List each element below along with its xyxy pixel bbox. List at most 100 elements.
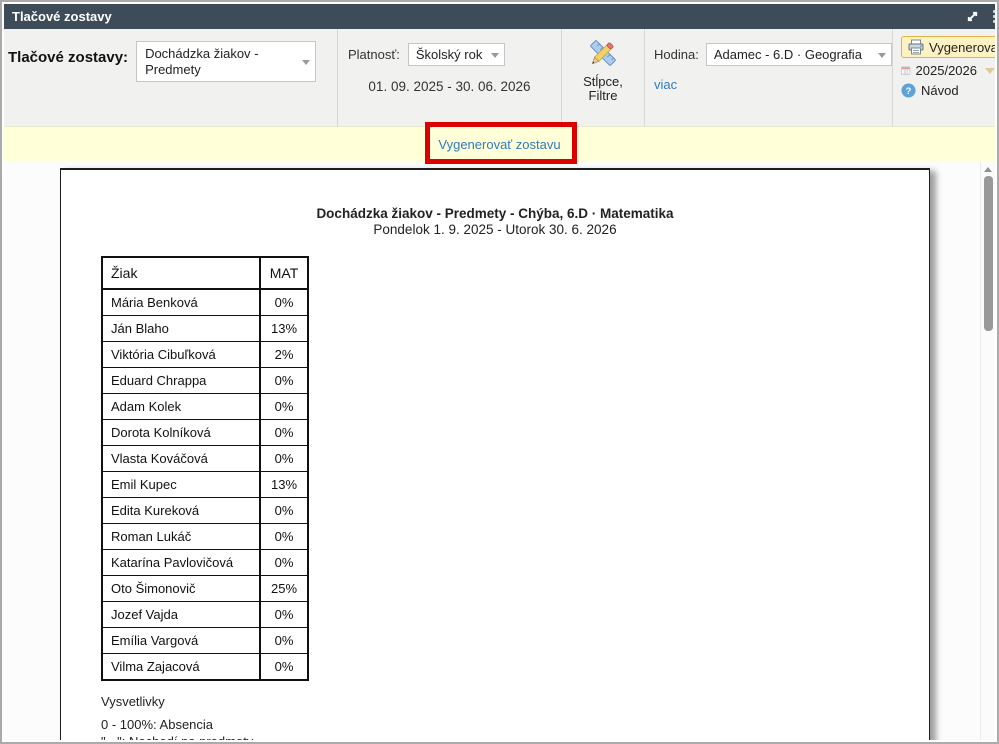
columns-filters-label-line1: Stĺpce, xyxy=(583,75,623,89)
legend-line: " - ": Nechodí na predmety xyxy=(101,733,929,740)
table-row: Vilma Zajacová 0% xyxy=(102,654,308,681)
attendance-value-cell: 25% xyxy=(260,576,308,602)
attendance-value-cell: 0% xyxy=(260,446,308,472)
legend-lines: 0 - 100%: Absencia" - ": Nechodí na pred… xyxy=(101,716,929,740)
student-name-cell: Adam Kolek xyxy=(102,394,260,420)
student-name-cell: Viktória Cibuľková xyxy=(102,342,260,368)
school-year-label: 2025/2026 xyxy=(916,63,977,78)
attendance-value-cell: 13% xyxy=(260,316,308,342)
lesson-select[interactable]: Adamec - 6.D · Geografia xyxy=(706,43,892,66)
toolbar: Tlačové zostavy: Dochádzka žiakov - Pred… xyxy=(4,29,995,126)
printer-icon xyxy=(908,39,924,55)
table-row: Adam Kolek 0% xyxy=(102,394,308,420)
attendance-value-cell: 0% xyxy=(260,420,308,446)
table-row: Ján Blaho 13% xyxy=(102,316,308,342)
table-row: Roman Lukáč 0% xyxy=(102,524,308,550)
table-row: Vlasta Kováčová 0% xyxy=(102,446,308,472)
report-subtitle: Pondelok 1. 9. 2025 - Utorok 30. 6. 2026 xyxy=(61,222,929,237)
report-type-select[interactable]: Dochádzka žiakov - Predmety xyxy=(136,41,316,82)
student-name-cell: Katarína Pavlovičová xyxy=(102,550,260,576)
attendance-value-cell: 0% xyxy=(260,602,308,628)
ruler-pencil-icon xyxy=(586,36,620,70)
columns-filters-label-line2: Filtre xyxy=(583,89,623,103)
legend-line: 0 - 100%: Absencia xyxy=(101,716,929,733)
print-reports-window: Tlačové zostavy Tlačové zostavy: Dochádz… xyxy=(0,0,999,744)
student-name-cell: Oto Šimonovič xyxy=(102,576,260,602)
generate-report-link[interactable]: Vygenerovať zostavu xyxy=(438,137,560,152)
table-row: Edita Kureková 0% xyxy=(102,498,308,524)
table-row: Viktória Cibuľková 2% xyxy=(102,342,308,368)
attendance-value-cell: 0% xyxy=(260,289,308,316)
attendance-value-cell: 0% xyxy=(260,654,308,681)
svg-text:?: ? xyxy=(906,86,912,96)
table-header-row: Žiak MAT xyxy=(102,257,308,289)
date-range-text: 01. 09. 2025 - 30. 06. 2026 xyxy=(338,79,561,94)
table-row: Jozef Vajda 0% xyxy=(102,602,308,628)
columns-filters-button[interactable]: Stĺpce, Filtre xyxy=(561,29,644,126)
chevron-down-icon xyxy=(491,53,499,58)
attendance-table-body: Mária Benková 0% Ján Blaho 13% Viktória … xyxy=(102,289,308,680)
school-year-button[interactable]: 2025/2026 xyxy=(901,63,995,78)
scrollbar-thumb[interactable] xyxy=(984,176,993,331)
expand-icon[interactable] xyxy=(966,10,979,23)
student-name-cell: Vilma Zajacová xyxy=(102,654,260,681)
help-button[interactable]: ? Návod xyxy=(901,83,995,98)
attendance-value-cell: 0% xyxy=(260,628,308,654)
validity-select[interactable]: Školský rok xyxy=(408,43,505,66)
chevron-down-icon xyxy=(878,53,886,58)
calendar-icon xyxy=(901,63,911,78)
report-type-label: Tlačové zostavy: xyxy=(8,41,128,126)
vertical-scrollbar[interactable] xyxy=(980,162,995,740)
table-row: Emília Vargová 0% xyxy=(102,628,308,654)
scrollbar-up-arrow-icon[interactable] xyxy=(984,167,992,172)
column-header-student: Žiak xyxy=(102,257,260,289)
student-name-cell: Edita Kureková xyxy=(102,498,260,524)
table-row: Dorota Kolníková 0% xyxy=(102,420,308,446)
lesson-group: Hodina: Adamec - 6.D · Geografia viac xyxy=(644,29,892,126)
lesson-label: Hodina: xyxy=(654,47,699,62)
report-type-value: Dochádzka žiakov - Predmety xyxy=(145,46,258,77)
window-title: Tlačové zostavy xyxy=(12,9,112,24)
column-header-subject: MAT xyxy=(260,257,308,289)
legend: Vysvetlivky 0 - 100%: Absencia" - ": Nec… xyxy=(101,694,929,740)
validity-value: Školský rok xyxy=(416,47,482,62)
legend-title: Vysvetlivky xyxy=(101,694,929,709)
table-row: Eduard Chrappa 0% xyxy=(102,368,308,394)
window-titlebar: Tlačové zostavy xyxy=(4,4,995,29)
student-name-cell: Eduard Chrappa xyxy=(102,368,260,394)
table-row: Katarína Pavlovičová 0% xyxy=(102,550,308,576)
table-row: Oto Šimonovič 25% xyxy=(102,576,308,602)
table-row: Emil Kupec 13% xyxy=(102,472,308,498)
more-link[interactable]: viac xyxy=(654,77,677,92)
attendance-value-cell: 0% xyxy=(260,524,308,550)
generate-button-label: Vygenerovať xyxy=(929,40,995,55)
student-name-cell: Emília Vargová xyxy=(102,628,260,654)
report-type-group: Tlačové zostavy: Dochádzka žiakov - Pred… xyxy=(4,29,337,126)
attendance-table: Žiak MAT Mária Benková 0% Ján Blaho 13% … xyxy=(101,256,309,681)
validity-group: Platnosť: Školský rok 01. 09. 2025 - 30.… xyxy=(337,29,561,126)
actions-group: Vygenerovať 2025/2026 ? Návod xyxy=(892,29,995,126)
student-name-cell: Ján Blaho xyxy=(102,316,260,342)
student-name-cell: Emil Kupec xyxy=(102,472,260,498)
generate-button[interactable]: Vygenerovať xyxy=(901,36,995,58)
student-name-cell: Roman Lukáč xyxy=(102,524,260,550)
chevron-down-icon xyxy=(985,68,995,74)
attendance-value-cell: 0% xyxy=(260,550,308,576)
student-name-cell: Vlasta Kováčová xyxy=(102,446,260,472)
attendance-value-cell: 2% xyxy=(260,342,308,368)
student-name-cell: Jozef Vajda xyxy=(102,602,260,628)
report-title: Dochádzka žiakov - Predmety - Chýba, 6.D… xyxy=(61,206,929,221)
student-name-cell: Dorota Kolníková xyxy=(102,420,260,446)
attendance-value-cell: 0% xyxy=(260,368,308,394)
help-label: Návod xyxy=(921,83,959,98)
validity-label: Platnosť: xyxy=(348,47,400,62)
notice-bar: Vygenerovať zostavu xyxy=(4,126,995,162)
cut-off-menu-icon[interactable] xyxy=(993,10,995,24)
chevron-down-icon xyxy=(302,60,310,65)
table-row: Mária Benková 0% xyxy=(102,289,308,316)
report-preview-area: Dochádzka žiakov - Predmety - Chýba, 6.D… xyxy=(4,162,995,740)
attendance-value-cell: 0% xyxy=(260,498,308,524)
question-icon: ? xyxy=(901,83,916,98)
attendance-value-cell: 0% xyxy=(260,394,308,420)
student-name-cell: Mária Benková xyxy=(102,289,260,316)
